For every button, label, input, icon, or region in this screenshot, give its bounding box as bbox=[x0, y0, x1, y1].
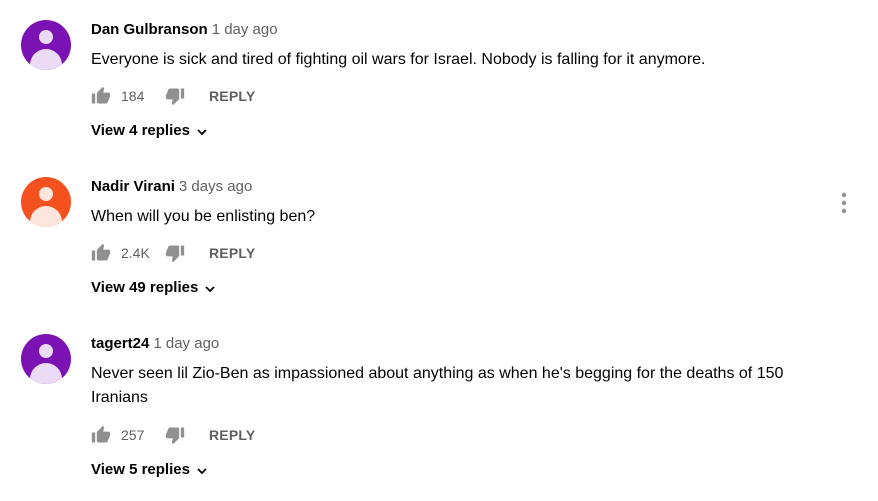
reply-button[interactable]: REPLY bbox=[209, 88, 255, 104]
comment-actions: 257 REPLY bbox=[91, 425, 255, 445]
view-replies-button[interactable]: View 5 replies bbox=[91, 461, 208, 478]
avatar[interactable] bbox=[21, 334, 71, 384]
more-vert-icon[interactable] bbox=[838, 192, 850, 214]
thumb-down-icon[interactable] bbox=[165, 243, 185, 263]
comment-author[interactable]: Dan Gulbranson bbox=[91, 21, 208, 38]
thumb-up-icon[interactable] bbox=[91, 86, 111, 106]
comment-author[interactable]: tagert24 bbox=[91, 335, 149, 352]
reply-button[interactable]: REPLY bbox=[209, 427, 255, 443]
view-replies-label: View 49 replies bbox=[91, 279, 199, 296]
view-replies-button[interactable]: View 49 replies bbox=[91, 279, 216, 296]
chevron-down-icon bbox=[196, 125, 208, 137]
comment-time[interactable]: 1 day ago bbox=[212, 21, 278, 38]
comment-time[interactable]: 3 days ago bbox=[179, 178, 252, 195]
thumb-up-icon[interactable] bbox=[91, 243, 111, 263]
like-count: 2.4K bbox=[121, 245, 150, 261]
comment-text: Everyone is sick and tired of fighting o… bbox=[91, 51, 706, 68]
comment-header: Nadir Virani 3 days ago bbox=[91, 177, 252, 197]
thumb-down-icon[interactable] bbox=[165, 425, 185, 445]
avatar[interactable] bbox=[21, 177, 71, 227]
view-replies-button[interactable]: View 4 replies bbox=[91, 122, 208, 139]
comment-time[interactable]: 1 day ago bbox=[153, 335, 219, 352]
thumb-down-icon[interactable] bbox=[165, 86, 185, 106]
comment-actions: 184 REPLY bbox=[91, 86, 255, 106]
comment-header: Dan Gulbranson 1 day ago bbox=[91, 20, 278, 40]
thumb-up-icon[interactable] bbox=[91, 425, 111, 445]
comment-text: Never seen lil Zio-Ben as impassioned ab… bbox=[91, 365, 784, 406]
comment-author[interactable]: Nadir Virani bbox=[91, 178, 175, 195]
avatar[interactable] bbox=[21, 20, 71, 70]
chevron-down-icon bbox=[196, 464, 208, 476]
comment-actions: 2.4K REPLY bbox=[91, 243, 255, 263]
reply-button[interactable]: REPLY bbox=[209, 245, 255, 261]
chevron-down-icon bbox=[204, 282, 216, 294]
like-count: 184 bbox=[121, 88, 145, 104]
comment-text: When will you be enlisting ben? bbox=[91, 208, 316, 225]
like-count: 257 bbox=[121, 427, 145, 443]
view-replies-label: View 5 replies bbox=[91, 461, 190, 478]
comment-header: tagert24 1 day ago bbox=[91, 334, 219, 354]
view-replies-label: View 4 replies bbox=[91, 122, 190, 139]
